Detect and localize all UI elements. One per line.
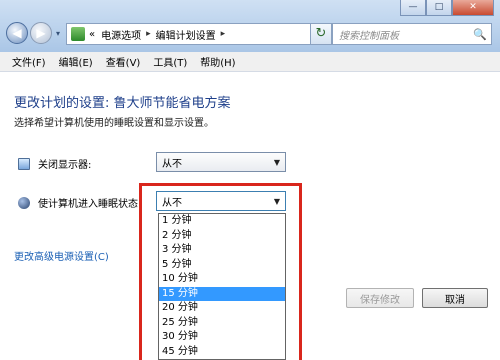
search-input[interactable]: 搜索控制面板 🔍 <box>332 23 492 45</box>
chevron-down-icon: ▼ <box>273 196 281 206</box>
sleep-select[interactable]: 从不 ▼ <box>156 191 286 211</box>
back-button[interactable]: ◀ <box>6 22 28 44</box>
display-off-select[interactable]: 从不 ▼ <box>156 152 286 172</box>
dropdown-option[interactable]: 30 分钟 <box>159 330 285 345</box>
dropdown-option[interactable]: 20 分钟 <box>159 301 285 316</box>
dropdown-option[interactable]: 25 分钟 <box>159 316 285 331</box>
dropdown-option[interactable]: 3 分钟 <box>159 243 285 258</box>
sleep-row: 使计算机进入睡眠状态: <box>18 195 141 210</box>
breadcrumb-separator-icon: ▸ <box>220 29 226 39</box>
minimize-button[interactable]: — <box>400 0 426 16</box>
breadcrumb-power-options[interactable]: 电源选项 <box>101 27 141 42</box>
sleep-moon-icon <box>18 196 30 209</box>
menu-view[interactable]: 查看(V) <box>106 54 141 69</box>
menu-file[interactable]: 文件(F) <box>12 54 46 69</box>
save-button[interactable]: 保存修改 <box>346 288 414 308</box>
breadcrumb-edit-plan[interactable]: 编辑计划设置 <box>156 27 216 42</box>
sleep-value: 从不 <box>162 197 182 209</box>
sleep-dropdown-list[interactable]: 1 分钟 2 分钟 3 分钟 5 分钟 10 分钟 15 分钟 20 分钟 25… <box>158 213 286 360</box>
dropdown-option[interactable]: 2 分钟 <box>159 229 285 244</box>
sleep-label: 使计算机进入睡眠状态: <box>38 199 142 210</box>
nav-buttons: ◀ ▶ ▾ <box>6 22 62 44</box>
menu-help[interactable]: 帮助(H) <box>200 54 235 69</box>
breadcrumb-separator-icon: ▸ <box>146 29 151 39</box>
menu-tools[interactable]: 工具(T) <box>153 54 187 69</box>
address-bar[interactable]: « 电源选项 ▸ 编辑计划设置 ▸ ▾ <box>66 23 320 45</box>
dropdown-option[interactable]: 10 分钟 <box>159 272 285 287</box>
search-icon[interactable]: 🔍 <box>473 28 487 41</box>
display-off-value: 从不 <box>162 158 182 170</box>
monitor-icon <box>18 157 30 170</box>
search-placeholder: 搜索控制面板 <box>339 30 399 42</box>
chevron-down-icon: ▼ <box>273 157 281 167</box>
page-subtitle: 选择希望计算机使用的睡眠设置和显示设置。 <box>14 118 214 129</box>
control-panel-icon <box>71 27 85 41</box>
menu-edit[interactable]: 编辑(E) <box>59 54 93 69</box>
refresh-button[interactable]: ↻ <box>310 23 332 45</box>
dropdown-option[interactable]: 1 分钟 <box>159 214 285 229</box>
advanced-power-settings-link[interactable]: 更改高级电源设置(C) <box>14 248 109 263</box>
dropdown-option[interactable]: 45 分钟 <box>159 345 285 360</box>
forward-button[interactable]: ▶ <box>30 22 52 44</box>
dropdown-option[interactable]: 5 分钟 <box>159 258 285 273</box>
page-title: 更改计划的设置: 鲁大师节能省电方案 <box>14 96 231 111</box>
display-off-row: 关闭显示器: <box>18 156 91 171</box>
menu-bar: 文件(F) 编辑(E) 查看(V) 工具(T) 帮助(H) <box>0 52 500 72</box>
recent-pages-icon[interactable]: ▾ <box>56 29 60 38</box>
dropdown-option-selected[interactable]: 15 分钟 <box>159 286 285 301</box>
title-bar: — □ ✕ ◀ ▶ ▾ « 电源选项 ▸ 编辑计划设置 ▸ ▾ ↻ 搜索控制面板… <box>0 0 500 52</box>
display-off-label: 关闭显示器: <box>38 160 92 171</box>
address-prefix: « <box>89 28 96 40</box>
window-controls: — □ ✕ <box>400 0 494 16</box>
maximize-button[interactable]: □ <box>426 0 452 16</box>
close-button[interactable]: ✕ <box>452 0 494 16</box>
cancel-button[interactable]: 取消 <box>422 288 488 308</box>
